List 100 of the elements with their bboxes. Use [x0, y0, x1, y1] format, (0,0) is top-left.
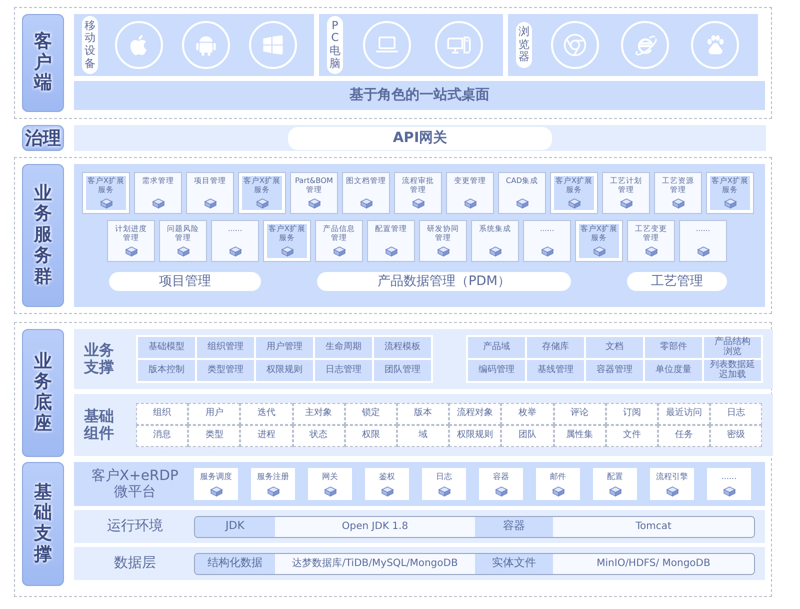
env-value-cell: Open JDK 1.8 [275, 516, 475, 536]
cell-text: 零部件 [660, 342, 687, 352]
cube-icon [308, 198, 320, 209]
cell-text: 日志管理 [326, 366, 362, 376]
cube-icon [644, 246, 658, 257]
cube-icon [494, 486, 508, 497]
env-key-cell: 实体文件 [475, 554, 553, 574]
section-sublabel: 微平台 [114, 484, 156, 500]
cube-icon [516, 198, 528, 209]
section-label: 基础支撑 [22, 462, 64, 586]
section-sublabel: 运行环境 [106, 518, 164, 535]
cell-text: 流程模板 [384, 342, 420, 352]
component-cell: 状态 [292, 425, 345, 447]
cube-icon [380, 486, 394, 497]
chrome-icon [551, 21, 599, 69]
tile-label: 服务注册 [257, 471, 289, 483]
cell-text: 用户管理 [266, 342, 302, 352]
section-sublabel: 客户X+eRDP [92, 468, 178, 484]
component-cell: 任务 [658, 425, 710, 447]
cube-icon [620, 198, 632, 209]
cube-icon [488, 246, 502, 257]
cell-text: 类型管理 [208, 366, 244, 376]
cube-icon [666, 486, 678, 497]
env-value-cell: MinIO/HDFS/ MongoDB [553, 554, 754, 574]
component-cell: 迭代 [240, 403, 293, 425]
cell-text: 基础模型 [148, 342, 184, 352]
cube-icon [438, 486, 450, 497]
component-cell: 枚举 [501, 403, 554, 425]
cell-text: 基线管理 [538, 366, 574, 376]
section-label: 客户端 [22, 14, 64, 112]
component-cell: 消息 [136, 425, 188, 447]
component-cell: 类型 [188, 425, 240, 447]
section-sublabel: 业务支撑 [84, 342, 115, 376]
group-label: 移动设备 [82, 16, 98, 74]
cube-icon [696, 246, 710, 257]
cube-icon [324, 486, 336, 497]
cube-icon [568, 198, 580, 209]
tile-label: 网关 [322, 471, 338, 483]
tile-label: 配置 [607, 471, 623, 483]
cube-icon [672, 198, 684, 209]
cell-text: 编码管理 [478, 366, 514, 376]
component-cell: 订阅 [606, 403, 658, 425]
cube-icon [332, 246, 346, 257]
section-sublabel: 基础组件 [84, 408, 115, 442]
windows-icon [248, 21, 297, 69]
tile-label: 流程引擎 [656, 471, 688, 483]
section-label: 业务服务群 [22, 164, 64, 307]
cell-text: 组织管理 [208, 342, 244, 352]
group-label: 浏览器 [516, 22, 532, 68]
cube-icon [228, 246, 242, 257]
tile-label: ...... [721, 471, 737, 483]
cube-icon [464, 198, 476, 209]
section-label: 业务底座 [22, 329, 64, 457]
android-icon [182, 21, 230, 69]
cube-icon [266, 486, 280, 497]
cube-icon [100, 198, 112, 209]
cell-text: 团队管理 [384, 366, 420, 376]
component-cell: 主对象 [292, 403, 345, 425]
cube-icon [124, 246, 138, 257]
cube-icon [722, 486, 736, 497]
cube-icon [176, 246, 190, 257]
component-cell: 锁定 [344, 403, 397, 425]
cell-text: 单位度量 [656, 366, 692, 376]
tile-label: 鉴权 [379, 471, 395, 483]
cube-icon [360, 198, 372, 209]
component-cell: 用户 [188, 403, 240, 425]
tile-label: 邮件 [550, 471, 566, 483]
domain-pill: 工艺管理 [627, 272, 727, 291]
group-label: PC电脑 [327, 16, 343, 74]
cell-text: 生命周期 [326, 342, 362, 352]
internet-explorer-icon [621, 21, 669, 69]
component-cell: 域 [396, 425, 450, 447]
cube-icon [152, 198, 164, 209]
component-cell: 日志 [710, 403, 762, 425]
component-cell: 权限 [344, 425, 397, 447]
cell-text: 迟加载 [719, 370, 746, 380]
env-value-cell: Tomcat [553, 516, 754, 536]
component-cell: 流程对象 [449, 403, 502, 425]
component-cell: 组织 [136, 403, 188, 425]
env-key-cell: JDK [195, 516, 275, 536]
laptop-icon [363, 21, 411, 69]
apple-icon [115, 21, 164, 69]
paw-icon [691, 21, 739, 69]
cube-icon [256, 198, 268, 209]
cube-icon [436, 246, 450, 257]
tile-label: 容器 [493, 471, 509, 483]
component-cell: 进程 [240, 425, 293, 447]
desktop-computer-icon [435, 21, 483, 69]
cube-icon [280, 246, 294, 257]
api-gateway-pill: API网关 [288, 126, 552, 150]
cell-text: 容器管理 [596, 366, 632, 376]
cube-icon [384, 246, 398, 257]
desktop-bar: 基于角色的一站式桌面 [74, 81, 765, 110]
tile-label: 日志 [436, 471, 452, 483]
env-key-cell: 结构化数据 [195, 554, 275, 574]
env-key-cell: 容器 [475, 516, 553, 536]
component-cell: 文件 [606, 425, 658, 447]
section-sublabel: 数据层 [113, 555, 157, 572]
component-cell: 属性集 [554, 425, 606, 447]
cell-text: 产品域 [483, 342, 510, 352]
